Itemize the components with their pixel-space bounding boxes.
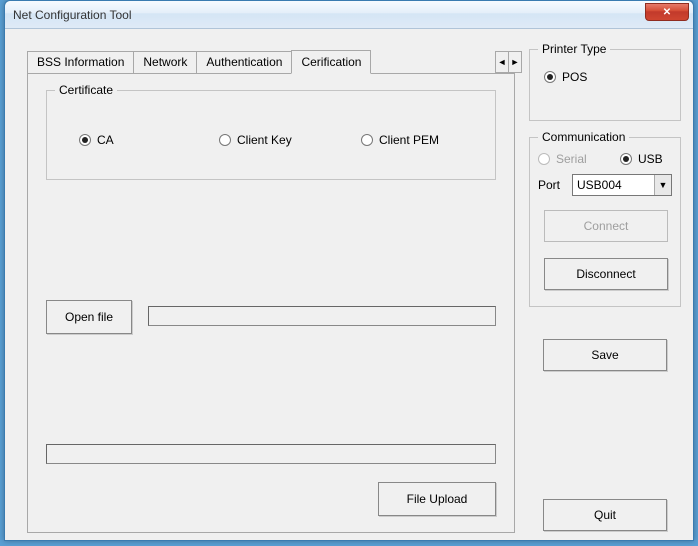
client-area: BSS Information Network Authentication C… bbox=[5, 29, 693, 540]
radio-pos[interactable]: POS bbox=[544, 70, 587, 84]
radio-dot-icon bbox=[79, 134, 91, 146]
save-button[interactable]: Save bbox=[543, 339, 667, 371]
disconnect-label: Disconnect bbox=[576, 267, 635, 281]
save-label: Save bbox=[591, 348, 618, 362]
close-icon: ✕ bbox=[663, 7, 671, 18]
radio-client-key-label: Client Key bbox=[237, 133, 292, 147]
radio-client-pem[interactable]: Client PEM bbox=[361, 133, 439, 147]
port-value: USB004 bbox=[577, 178, 622, 192]
radio-client-pem-label: Client PEM bbox=[379, 133, 439, 147]
radio-ca-label: CA bbox=[97, 133, 114, 147]
quit-button[interactable]: Quit bbox=[543, 499, 667, 531]
group-certificate: Certificate CA Client Key Client PEM bbox=[46, 90, 496, 180]
radio-dot-icon bbox=[544, 71, 556, 83]
radio-dot-icon bbox=[361, 134, 373, 146]
app-window: Net Configuration Tool ✕ BSS Information… bbox=[4, 0, 694, 541]
file-upload-button[interactable]: File Upload bbox=[378, 482, 496, 516]
chevron-down-icon: ▼ bbox=[654, 175, 671, 195]
tab-authentication[interactable]: Authentication bbox=[196, 51, 292, 73]
titlebar: Net Configuration Tool ✕ bbox=[5, 1, 693, 29]
connect-label: Connect bbox=[584, 219, 629, 233]
tab-bar: BSS Information Network Authentication C… bbox=[27, 51, 370, 73]
open-file-button[interactable]: Open file bbox=[46, 300, 132, 334]
radio-serial: Serial bbox=[538, 152, 587, 166]
radio-usb-label: USB bbox=[638, 152, 663, 166]
tab-bss-information[interactable]: BSS Information bbox=[27, 51, 134, 73]
close-button[interactable]: ✕ bbox=[645, 3, 689, 21]
disconnect-button[interactable]: Disconnect bbox=[544, 258, 668, 290]
file-path-field[interactable] bbox=[148, 306, 496, 326]
tab-network[interactable]: Network bbox=[133, 51, 197, 73]
file-upload-label: File Upload bbox=[407, 492, 468, 506]
open-file-label: Open file bbox=[65, 310, 113, 324]
connect-button: Connect bbox=[544, 210, 668, 242]
group-printer-type: Printer Type POS bbox=[529, 49, 681, 121]
radio-serial-label: Serial bbox=[556, 152, 587, 166]
radio-ca[interactable]: CA bbox=[79, 133, 114, 147]
radio-client-key[interactable]: Client Key bbox=[219, 133, 292, 147]
tab-nav-left[interactable]: ◄ bbox=[495, 51, 509, 73]
radio-dot-icon bbox=[219, 134, 231, 146]
port-label: Port bbox=[538, 178, 560, 192]
status-field bbox=[46, 444, 496, 464]
tab-nav: ◄ ► bbox=[495, 51, 521, 73]
port-select[interactable]: USB004 ▼ bbox=[572, 174, 672, 196]
window-title: Net Configuration Tool bbox=[13, 8, 132, 22]
tab-panel-cerification: Certificate CA Client Key Client PEM Ope… bbox=[27, 73, 515, 533]
tab-nav-right[interactable]: ► bbox=[508, 51, 522, 73]
group-communication: Communication Serial USB Port USB004 ▼ C… bbox=[529, 137, 681, 307]
radio-pos-label: POS bbox=[562, 70, 587, 84]
right-column: Printer Type POS Communication Serial US… bbox=[529, 49, 681, 291]
radio-usb[interactable]: USB bbox=[620, 152, 663, 166]
quit-label: Quit bbox=[594, 508, 616, 522]
group-communication-legend: Communication bbox=[538, 130, 629, 144]
group-printer-type-legend: Printer Type bbox=[538, 42, 610, 56]
group-certificate-legend: Certificate bbox=[55, 83, 117, 97]
tab-cerification[interactable]: Cerification bbox=[291, 50, 371, 74]
radio-dot-icon bbox=[538, 153, 550, 165]
radio-dot-icon bbox=[620, 153, 632, 165]
